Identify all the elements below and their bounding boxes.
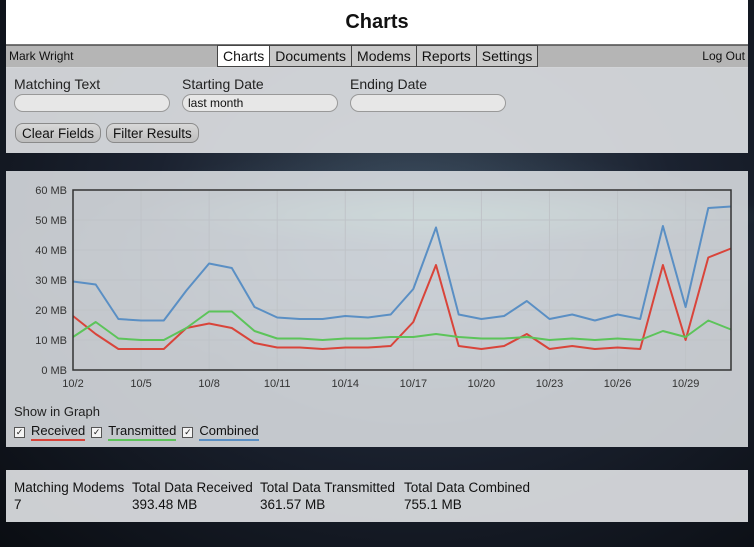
matching-text-label: Matching Text: [14, 76, 101, 92]
chart-series: [72, 205, 732, 350]
stat-value: 7: [14, 497, 22, 512]
x-tick-label: 10/17: [400, 378, 428, 390]
tab-settings[interactable]: Settings: [476, 45, 539, 67]
page-title: Charts: [345, 10, 409, 33]
stat-label: Total Data Transmitted: [260, 480, 396, 495]
stat-label: Total Data Combined: [404, 480, 531, 495]
y-tick-label: 50 MB: [35, 215, 67, 227]
y-axis-ticks: 0 MB 10 MB 20 MB 30 MB 40 MB 50 MB 60 MB: [35, 185, 67, 377]
x-tick-label: 10/23: [536, 378, 564, 390]
y-tick-label: 40 MB: [35, 245, 67, 257]
x-tick-label: 10/14: [332, 378, 360, 390]
legend-label-transmitted: Transmitted: [108, 423, 177, 441]
legend: ✓ Received ✓ Transmitted ✓ Combined: [14, 423, 265, 441]
stat-value: 755.1 MB: [404, 497, 462, 512]
legend-label-combined: Combined: [199, 423, 259, 441]
x-axis-ticks: 10/2 10/5 10/8 10/11 10/14 10/17 10/20 10/23 10/…: [62, 378, 699, 390]
tab-modems[interactable]: Modems: [352, 45, 417, 67]
y-tick-label: 30 MB: [35, 275, 67, 287]
ending-date-field-group: Ending Date: [350, 76, 506, 112]
y-tick-label: 0 MB: [41, 365, 67, 377]
legend-item-received[interactable]: ✓ Received: [14, 423, 86, 441]
legend-item-transmitted[interactable]: ✓ Transmitted: [91, 423, 177, 441]
y-tick-label: 10 MB: [35, 335, 67, 347]
x-tick-label: 10/5: [130, 378, 151, 390]
stats-panel: Matching Modems 7 Total Data Received 39…: [6, 470, 748, 522]
stat-total-received: Total Data Received 393.48 MB: [132, 480, 253, 512]
logout-link[interactable]: Log Out: [702, 49, 745, 63]
clear-fields-button[interactable]: Clear Fields: [15, 123, 102, 143]
stat-value: 361.57 MB: [260, 497, 326, 512]
x-tick-label: 10/11: [264, 378, 291, 390]
tab-reports[interactable]: Reports: [416, 45, 477, 67]
starting-date-field-group: Starting Date: [182, 76, 338, 112]
nav-tabs: Charts Documents Modems Reports Settings: [217, 45, 539, 67]
received-checkbox[interactable]: ✓: [14, 426, 25, 438]
navigation-bar: Mark Wright Charts Documents Modems Repo…: [6, 45, 748, 68]
starting-date-input[interactable]: [182, 94, 338, 112]
y-tick-label: 60 MB: [35, 185, 67, 197]
stat-total-combined: Total Data Combined 755.1 MB: [404, 480, 530, 512]
tab-documents[interactable]: Documents: [270, 45, 353, 67]
series-line-received: [72, 247, 732, 350]
x-tick-label: 10/2: [62, 378, 83, 390]
x-tick-label: 10/20: [468, 378, 496, 390]
chart-panel: 0 MB 10 MB 20 MB 30 MB 40 MB 50 MB 60 MB 10/2 1…: [6, 171, 748, 447]
stat-label: Total Data Received: [132, 480, 253, 495]
legend-item-combined[interactable]: ✓ Combined: [182, 423, 259, 441]
stat-value: 393.48 MB: [132, 497, 198, 512]
x-tick-label: 10/26: [604, 378, 632, 390]
x-tick-label: 10/8: [198, 378, 219, 390]
stat-label: Matching Modems: [14, 480, 125, 495]
stat-matching-modems: Matching Modems 7: [14, 480, 124, 512]
combined-checkbox[interactable]: ✓: [182, 426, 194, 438]
series-line-transmitted: [72, 310, 732, 341]
x-tick-label: 10/29: [672, 378, 700, 390]
ending-date-input[interactable]: [350, 94, 506, 112]
filter-panel: Matching Text Starting Date Ending Date …: [6, 67, 748, 153]
transmitted-checkbox[interactable]: ✓: [91, 426, 103, 438]
series-line-combined: [72, 205, 732, 322]
matching-text-field-group: Matching Text: [14, 76, 170, 112]
stat-total-transmitted: Total Data Transmitted 361.57 MB: [260, 480, 395, 512]
tab-charts[interactable]: Charts: [217, 45, 271, 67]
user-name: Mark Wright: [9, 49, 74, 63]
page-header: Charts: [6, 0, 748, 45]
ending-date-label: Ending Date: [350, 76, 428, 92]
filter-results-button[interactable]: Filter Results: [106, 123, 199, 143]
legend-title: Show in Graph: [14, 404, 100, 419]
starting-date-label: Starting Date: [182, 76, 264, 92]
y-tick-label: 20 MB: [35, 305, 67, 317]
data-usage-chart: 0 MB10 MB20 MB30 MB40 MB50 MB60 MB 10/2 1…: [35, 185, 732, 390]
legend-label-received: Received: [31, 423, 86, 441]
matching-text-input[interactable]: [14, 94, 170, 112]
